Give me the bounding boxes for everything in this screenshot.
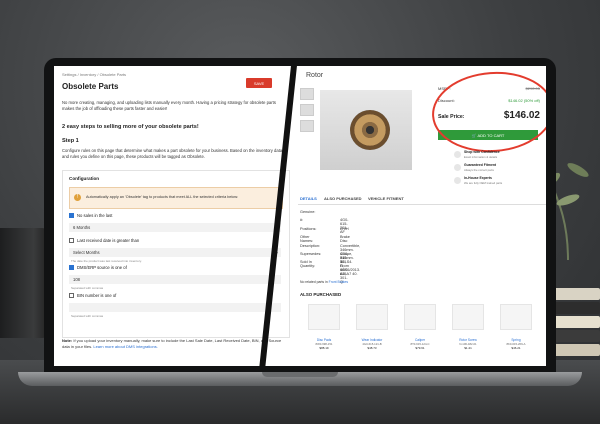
product-card[interactable]: Rotor Screw N-106-482-01 $1.41 xyxy=(448,304,488,364)
feature-title: Guaranteed Fitment xyxy=(464,163,497,167)
spec-key: Genuine: xyxy=(300,210,316,214)
expert-icon xyxy=(454,177,461,184)
bin-label: BIN number is one of xyxy=(77,293,117,298)
thumbnail[interactable] xyxy=(300,120,314,132)
dms-integrations-link[interactable]: Learn more about DMS integrations. xyxy=(93,344,157,349)
upload-note: Note: If you upload your inventory manua… xyxy=(62,338,286,349)
spec-key: Other Names: xyxy=(300,235,314,244)
months-select-placeholder: Select Months xyxy=(73,250,100,255)
steps-heading: 2 easy steps to selling more of your obs… xyxy=(62,124,199,130)
laptop-notch xyxy=(262,372,338,377)
configuration-header: Configuration xyxy=(69,176,100,181)
product-card[interactable]: Wear Indicator 4G0-615-121-B $48.73 xyxy=(352,304,392,364)
feature-list: Shop with Confidence Exact information &… xyxy=(454,150,542,189)
product-card[interactable]: Spring 8K0-615-269-A $46.21 xyxy=(496,304,536,364)
feature-title: Shop with Confidence xyxy=(464,150,500,154)
last-received-label: Last received date is greater than xyxy=(77,238,140,243)
configuration-card: Configuration ! Automatically apply an '… xyxy=(62,170,290,338)
product-thumb xyxy=(500,304,532,330)
bin-hint: Separated with commas xyxy=(71,314,104,318)
bin-checkbox[interactable] xyxy=(69,293,74,298)
feature-item: Shop with Confidence Exact information &… xyxy=(454,150,542,161)
spec-value: Brake Disc xyxy=(340,235,350,244)
product-image xyxy=(320,90,412,170)
spec-key: Description: xyxy=(300,243,321,248)
product-tabs: DETAILS ALSO PURCHASED VEHICLE FITMENT xyxy=(298,194,546,205)
feature-sub: We are fully OEM trained parts xyxy=(464,181,503,185)
warning-text: Automatically apply an 'Obsolete' tag to… xyxy=(86,195,239,199)
laptop-screen: Settings / Inventory / Obsolete Parts Ob… xyxy=(54,66,546,366)
product-price: $1.41 xyxy=(464,346,472,350)
product-card[interactable]: Caliper 8T0-615-124-C $79.61 xyxy=(400,304,440,364)
mug xyxy=(0,228,48,338)
related-parts-text: No related parts in xyxy=(300,280,329,284)
page-title: Obsolete Parts xyxy=(62,82,119,91)
spec-value: LH/H xyxy=(340,226,349,231)
also-purchased-list: Disc Pads 8W0-698-151 $88.19 Wear Indica… xyxy=(304,304,544,364)
spec-key: Positions: xyxy=(300,226,317,231)
product-thumb xyxy=(404,304,436,330)
highlight-circle xyxy=(429,67,546,157)
product-price: $88.19 xyxy=(319,346,329,350)
source-checkbox[interactable] xyxy=(69,265,74,270)
source-label: DMS/ERP source is one of xyxy=(77,265,127,270)
checkmark-icon xyxy=(454,164,461,171)
spec-key: #: xyxy=(300,218,304,223)
no-sales-checkbox[interactable] xyxy=(69,213,74,218)
spec-value: 1 xyxy=(340,260,343,265)
product-page: Rotor MSRP: $292.05 Discount: $146.02 (5… xyxy=(298,66,546,366)
shield-icon xyxy=(454,151,461,158)
no-sales-value: 6 Months xyxy=(73,225,91,230)
source-input[interactable]: 108 xyxy=(69,275,281,284)
product-thumb xyxy=(308,304,340,330)
note-label: Note: xyxy=(62,338,73,343)
product-price: $46.21 xyxy=(511,346,521,350)
source-value: 108 xyxy=(73,277,80,282)
spec-key: Sold In Quantity: xyxy=(300,260,316,269)
months-select[interactable]: Select Months ▾ xyxy=(69,248,281,257)
tab-vehicle-fitment[interactable]: VEHICLE FITMENT xyxy=(368,196,404,201)
source-hint: Separated with commas xyxy=(71,286,104,290)
related-parts-line: No related parts in Front Brakes xyxy=(300,280,348,284)
warning-banner: ! Automatically apply an 'Obsolete' tag … xyxy=(69,187,283,209)
thumbnail[interactable] xyxy=(300,88,314,100)
front-brakes-link[interactable]: Front Brakes xyxy=(329,280,348,284)
no-sales-label: No sales in the last xyxy=(77,213,113,218)
admin-panel: Settings / Inventory / Obsolete Parts Ob… xyxy=(54,66,296,366)
feature-title: In-House Experts xyxy=(464,176,492,180)
warning-icon: ! xyxy=(74,194,81,201)
step-1-heading: Step 1 xyxy=(62,138,79,144)
feature-item: In-House Experts We are fully OEM traine… xyxy=(454,176,542,187)
tab-also-purchased[interactable]: ALSO PURCHASED xyxy=(324,196,362,201)
received-hint: The date the product was last received i… xyxy=(71,259,142,263)
feature-sub: Always the correct parts xyxy=(464,168,494,172)
thumbnail-list xyxy=(300,88,314,136)
product-price: $48.73 xyxy=(367,346,377,350)
tab-details[interactable]: DETAILS xyxy=(300,196,317,201)
no-sales-select[interactable]: 6 Months ▾ xyxy=(69,223,281,232)
no-sales-row[interactable]: No sales in the last xyxy=(69,213,112,218)
product-card[interactable]: Disc Pads 8W0-698-151 $88.19 xyxy=(304,304,344,364)
product-thumb xyxy=(452,304,484,330)
product-thumb xyxy=(356,304,388,330)
source-row[interactable]: DMS/ERP source is one of xyxy=(69,265,127,270)
spec-key: Supersedes: xyxy=(300,251,322,256)
breadcrumb[interactable]: Settings / Inventory / Obsolete Parts xyxy=(62,72,126,77)
feature-item: Guaranteed Fitment Always the correct pa… xyxy=(454,163,542,174)
rotor-image xyxy=(350,110,390,150)
intro-text: No more creating, managing, and uploadin… xyxy=(62,100,276,111)
also-purchased-heading: ALSO PURCHASED xyxy=(300,292,342,297)
step-1-text: Configure rules on this page that determ… xyxy=(62,148,283,159)
product-price: $79.61 xyxy=(415,346,425,350)
last-received-checkbox[interactable] xyxy=(69,238,74,243)
thumbnail[interactable] xyxy=(300,104,314,116)
bin-row[interactable]: BIN number is one of xyxy=(69,293,116,298)
bin-input[interactable] xyxy=(69,303,281,312)
product-title: Rotor xyxy=(306,72,324,79)
save-button[interactable]: SAVE xyxy=(246,78,272,88)
last-received-row[interactable]: Last received date is greater than xyxy=(69,238,139,243)
feature-sub: Exact information & details xyxy=(464,155,498,159)
